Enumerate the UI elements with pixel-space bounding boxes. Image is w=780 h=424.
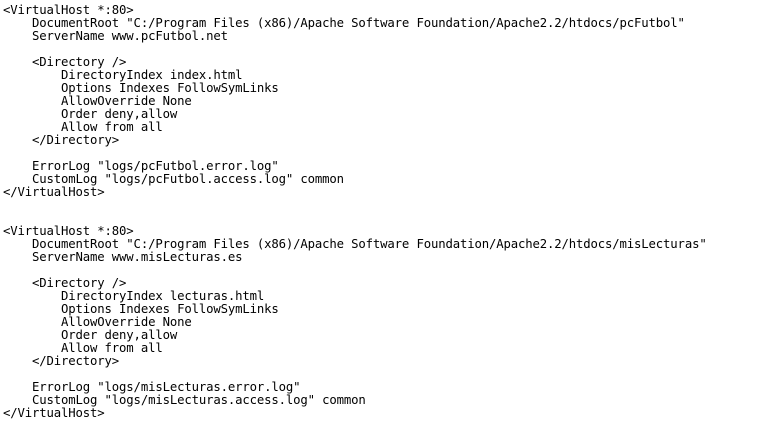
text-editor-content[interactable]: <VirtualHost *:80> DocumentRoot "C:/Prog… xyxy=(0,0,780,424)
code-line: </Directory> xyxy=(3,133,120,147)
code-line: </VirtualHost> xyxy=(3,406,105,420)
code-line: </Directory> xyxy=(3,354,120,368)
code-line: ServerName www.pcFutbol.net xyxy=(3,29,228,43)
code-line: </VirtualHost> xyxy=(3,185,105,199)
code-line: ServerName www.misLecturas.es xyxy=(3,250,243,264)
